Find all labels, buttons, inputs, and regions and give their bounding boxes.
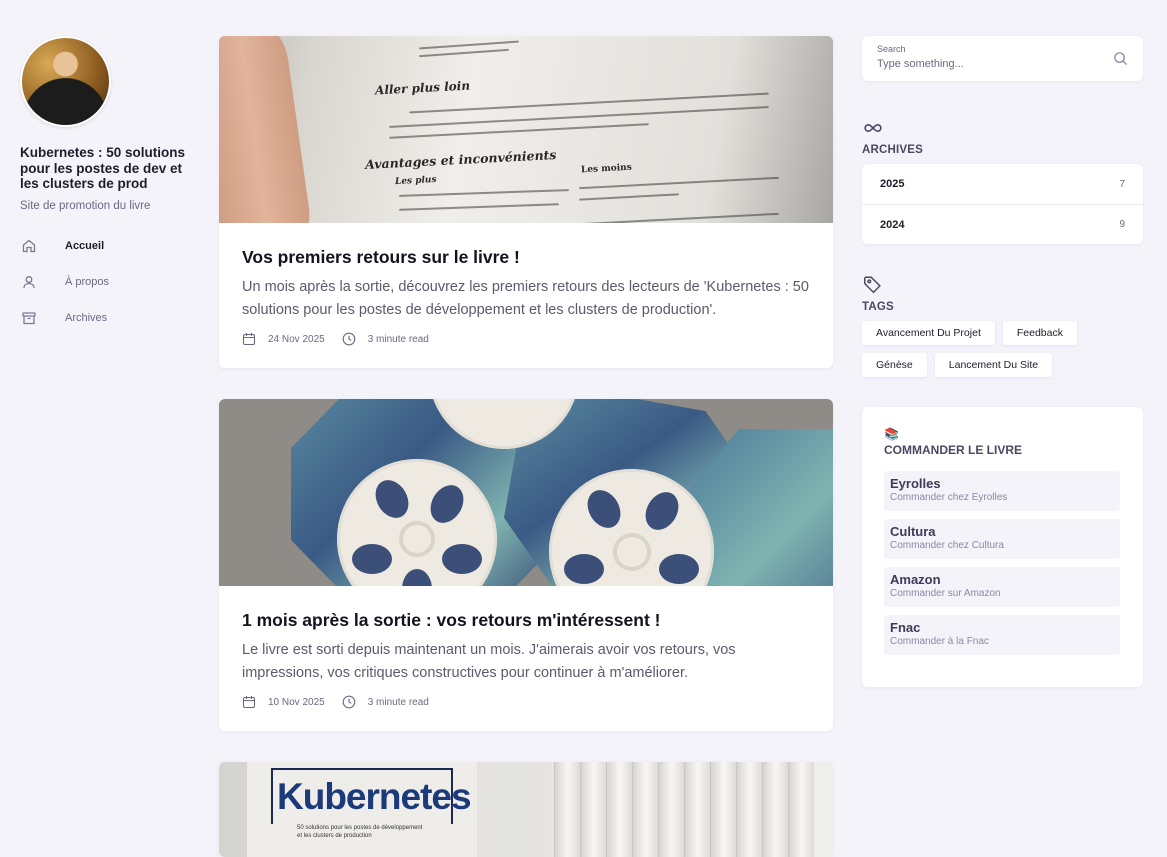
- post-read-time: 3 minute read: [367, 333, 429, 345]
- book-heading-1: Aller plus loin: [374, 78, 471, 98]
- archive-icon: [22, 311, 36, 324]
- post-title[interactable]: 1 mois après la sortie : vos retours m'i…: [242, 610, 810, 631]
- post-card[interactable]: Kubernetes 50 solutions pour les postes …: [219, 762, 833, 857]
- search-box[interactable]: Search: [862, 36, 1143, 81]
- store-desc: Commander chez Cultura: [890, 540, 1004, 551]
- calendar-icon: [242, 333, 256, 346]
- infinity-icon: [864, 123, 882, 133]
- user-icon: [23, 275, 35, 288]
- archive-item-2024[interactable]: 2024 9: [862, 204, 1143, 244]
- post-card[interactable]: 1 mois après la sortie : vos retours m'i…: [219, 399, 833, 731]
- book-heading-2: Avantages et inconvénients: [364, 146, 557, 173]
- tags-section: TAGS Avancement Du Projet Feedback Génès…: [862, 274, 1143, 377]
- store-name: Amazon: [890, 572, 941, 587]
- tag-genese[interactable]: Génèse: [862, 353, 927, 377]
- post-image[interactable]: Aller plus loin Avantages et inconvénien…: [219, 36, 833, 223]
- archive-year: 2025: [880, 178, 905, 190]
- right-sidebar: Search ARCHIVES 2025 7 2024 9 TAGS Avanc…: [862, 36, 1143, 687]
- book-col-plus: Les plus: [394, 174, 437, 188]
- cover-subtitle: 50 solutions pour les postes de développ…: [297, 825, 423, 839]
- order-title: COMMANDER LE LIVRE: [884, 443, 1022, 457]
- site-title[interactable]: Kubernetes : 50 solutions pour les poste…: [20, 145, 200, 192]
- order-link-amazon[interactable]: Amazon Commander sur Amazon: [884, 567, 1120, 607]
- nav-label: À propos: [65, 275, 110, 288]
- post-date: 10 Nov 2025: [268, 696, 325, 708]
- tag-avancement-du-projet[interactable]: Avancement Du Projet: [862, 321, 995, 345]
- post-body: 1 mois après la sortie : vos retours m'i…: [219, 586, 833, 731]
- order-link-cultura[interactable]: Cultura Commander chez Cultura: [884, 519, 1120, 559]
- tag-feedback[interactable]: Feedback: [1002, 321, 1077, 345]
- archives-title: ARCHIVES: [862, 144, 924, 156]
- tag-lancement-du-site[interactable]: Lancement Du Site: [934, 353, 1053, 377]
- store-desc: Commander sur Amazon: [890, 588, 1001, 599]
- archive-count: 9: [1119, 219, 1125, 230]
- store-desc: Commander à la Fnac: [890, 636, 989, 647]
- calendar-icon: [242, 696, 256, 709]
- hand-image: [219, 36, 316, 223]
- post-meta: 24 Nov 2025 3 minute read: [242, 332, 810, 346]
- nav-label: Archives: [65, 311, 108, 324]
- tag-list: Avancement Du Projet Feedback Génèse Lan…: [862, 321, 1102, 377]
- post-card[interactable]: Aller plus loin Avantages et inconvénien…: [219, 36, 833, 368]
- post-title[interactable]: Vos premiers retours sur le livre !: [242, 247, 810, 268]
- post-image[interactable]: Kubernetes 50 solutions pour les postes …: [219, 762, 833, 857]
- site-subtitle: Site de promotion du livre: [20, 199, 151, 212]
- search-input[interactable]: [877, 58, 1097, 70]
- nav-label: Accueil: [65, 239, 105, 252]
- cover-title: Kubernetes: [271, 768, 472, 824]
- store-name: Eyrolles: [890, 476, 941, 491]
- nav-item-accueil[interactable]: Accueil: [20, 228, 200, 264]
- post-meta: 10 Nov 2025 3 minute read: [242, 695, 810, 709]
- post-body: Vos premiers retours sur le livre ! Un m…: [219, 223, 833, 368]
- store-desc: Commander chez Eyrolles: [890, 492, 1008, 503]
- archive-count: 7: [1119, 178, 1125, 190]
- home-icon: [22, 239, 36, 252]
- post-excerpt: Un mois après la sortie, découvrez les p…: [242, 279, 809, 318]
- archives-section: ARCHIVES 2025 7 2024 9: [862, 117, 1143, 244]
- archive-item-2025[interactable]: 2025 7: [862, 164, 1143, 204]
- tags-title: TAGS: [862, 301, 894, 313]
- search-icon[interactable]: [1113, 51, 1128, 66]
- order-link-fnac[interactable]: Fnac Commander à la Fnac: [884, 615, 1120, 655]
- clock-icon: [342, 332, 356, 346]
- book-col-moins: Les moins: [580, 162, 633, 176]
- left-sidebar: Kubernetes : 50 solutions pour les poste…: [20, 36, 200, 336]
- author-avatar[interactable]: [20, 36, 111, 127]
- posts-list: Aller plus loin Avantages et inconvénien…: [219, 36, 833, 857]
- post-date: 24 Nov 2025: [268, 333, 325, 345]
- archives-list: 2025 7 2024 9: [862, 164, 1143, 244]
- nav-item-a-propos[interactable]: À propos: [20, 264, 200, 300]
- store-name: Cultura: [890, 524, 936, 539]
- book-cover: Kubernetes 50 solutions pour les postes …: [247, 762, 477, 857]
- store-name: Fnac: [890, 620, 921, 635]
- main-nav: Accueil À propos Archives: [20, 228, 200, 336]
- search-label: Search: [877, 44, 906, 54]
- nav-item-archives[interactable]: Archives: [20, 300, 200, 336]
- tag-icon: [864, 276, 881, 294]
- post-read-time: 3 minute read: [367, 696, 429, 708]
- order-book-panel: 📚 COMMANDER LE LIVRE Eyrolles Commander …: [862, 407, 1143, 687]
- books-icon: 📚: [884, 427, 899, 441]
- post-image[interactable]: [219, 399, 833, 586]
- archive-year: 2024: [880, 218, 905, 231]
- order-link-eyrolles[interactable]: Eyrolles Commander chez Eyrolles: [884, 471, 1120, 511]
- clock-icon: [342, 695, 356, 709]
- order-list: Eyrolles Commander chez Eyrolles Cultura…: [884, 471, 1121, 655]
- post-excerpt: Le livre est sorti depuis maintenant un …: [242, 642, 736, 681]
